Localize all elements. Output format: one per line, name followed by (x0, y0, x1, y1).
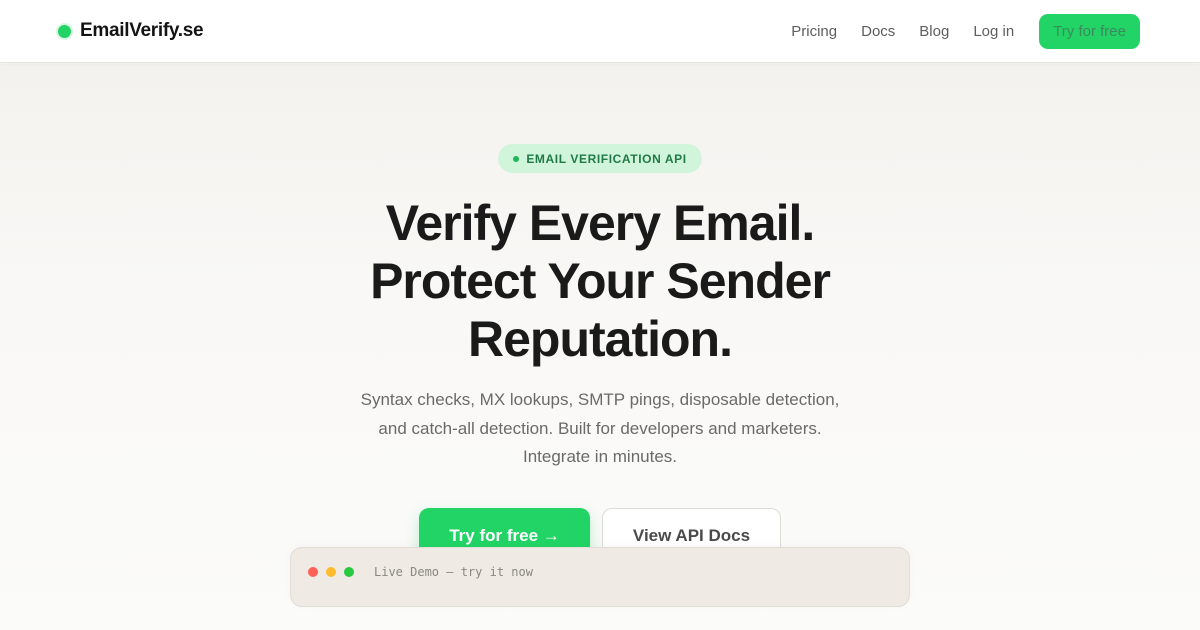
headline-line-2: Protect Your Sender (370, 253, 831, 309)
nav-links: Pricing Docs Blog Log in Try for free (767, 13, 1140, 49)
window-close-icon (308, 567, 318, 577)
nav-try-free-button[interactable]: Try for free (1039, 13, 1140, 49)
subtext-line-3: Integrate in minutes. (522, 447, 678, 466)
demo-title-bar: Live Demo — try it now (291, 555, 909, 589)
badge-label: EMAIL VERIFICATION API (526, 151, 687, 166)
headline-line-3: Reputation. (468, 311, 733, 367)
brand-name: EmailVerify.se (80, 20, 204, 41)
hero-subtext: Syntax checks, MX lookups, SMTP pings, d… (330, 386, 870, 472)
subtext-line-2: and catch-all detection. Built for devel… (378, 418, 822, 438)
window-minimize-icon (326, 567, 336, 577)
live-demo-window: Live Demo — try it now (290, 547, 910, 607)
subtext-line-1: Syntax checks, MX lookups, SMTP pings, d… (360, 390, 840, 409)
window-maximize-icon (344, 567, 354, 577)
demo-title: Live Demo — try it now (374, 565, 533, 579)
nav-link-blog[interactable]: Blog (919, 23, 949, 40)
badge-dot-icon (513, 155, 520, 162)
hero-headline: Verify Every Email. Protect Your Sender … (300, 194, 900, 368)
nav-link-docs[interactable]: Docs (861, 23, 895, 40)
brand-dot-icon (58, 24, 71, 38)
hero-section: EMAIL VERIFICATION API Verify Every Emai… (0, 64, 1200, 630)
nav-link-login[interactable]: Log in (973, 23, 1014, 40)
nav-link-pricing[interactable]: Pricing (791, 23, 837, 40)
top-nav: EmailVerify.se Pricing Docs Blog Log in … (0, 0, 1200, 63)
brand-logo[interactable]: EmailVerify.se (58, 20, 204, 42)
hero-badge: EMAIL VERIFICATION API (498, 144, 702, 173)
headline-line-1: Verify Every Email. (385, 195, 816, 251)
